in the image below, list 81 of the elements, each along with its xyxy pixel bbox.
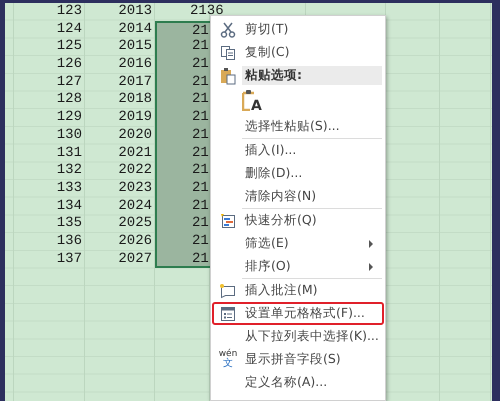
- cell-value: 21: [192, 56, 209, 74]
- selected-cell[interactable]: 21: [155, 144, 210, 162]
- selected-cell[interactable]: 21: [155, 250, 210, 268]
- cell-value: 2024: [118, 198, 152, 215]
- selected-cell[interactable]: 21: [155, 109, 210, 127]
- cell-value: 132: [56, 162, 82, 180]
- menu-item[interactable]: 定义名称(A)...: [212, 371, 384, 394]
- menu-item[interactable]: 清除内容(N): [212, 185, 384, 208]
- chart-list-icon: [220, 212, 236, 228]
- cell-value: 136: [56, 232, 82, 250]
- cell-value: 2020: [118, 126, 152, 144]
- cell-value: 2013: [118, 3, 152, 20]
- menu-item[interactable]: 设置单元格格式(F)...: [212, 302, 384, 325]
- cell-value: 21: [192, 22, 209, 40]
- cell-value: 2016: [118, 56, 152, 74]
- menu-item[interactable]: 剪切(T): [212, 18, 384, 41]
- cell-value: 2017: [118, 74, 152, 91]
- selected-cell[interactable]: 21: [155, 126, 210, 144]
- selected-cell[interactable]: 21: [155, 232, 210, 251]
- cell-value: 2021: [118, 144, 152, 162]
- selected-cell[interactable]: 21: [155, 20, 210, 38]
- menu-item[interactable]: 从下拉列表中选择(K)...: [212, 325, 384, 348]
- selected-cell[interactable]: 21: [155, 215, 210, 233]
- scissors-icon: [220, 22, 236, 38]
- cell-value: 134: [56, 198, 82, 215]
- cell-value: 2019: [118, 109, 152, 126]
- copy-icon: [220, 44, 236, 60]
- form-list-icon: [220, 306, 236, 322]
- selected-cell[interactable]: 21: [155, 180, 210, 198]
- cell-value: 131: [56, 144, 82, 162]
- cell-value: 129: [56, 109, 82, 126]
- cell-value: 21: [192, 232, 209, 250]
- submenu-arrow-icon: [369, 240, 373, 248]
- menu-item[interactable]: 插入(I)...: [212, 139, 384, 162]
- cell-value: 21: [192, 215, 209, 232]
- cell-value: 2027: [118, 250, 152, 268]
- cell-value: 21: [192, 109, 209, 126]
- cell-value: 21: [192, 144, 209, 162]
- cell-value: 2025: [118, 215, 152, 232]
- cell-value: 21: [192, 198, 209, 215]
- cell-value: 2023: [118, 180, 152, 197]
- cell-value: 127: [56, 74, 82, 91]
- cell-value: 137: [56, 250, 82, 268]
- cell-value: 21: [192, 74, 209, 91]
- cell-value: 123: [56, 3, 82, 20]
- menu-item[interactable]: 复制(C): [212, 41, 384, 64]
- cell-value: 21: [192, 162, 209, 180]
- cell-value: 126: [56, 56, 82, 74]
- menu-item[interactable]: 快速分析(Q): [212, 209, 384, 232]
- cell-value[interactable]: 2136: [190, 3, 224, 20]
- selected-cell[interactable]: 21: [155, 56, 210, 74]
- selected-cell[interactable]: 21: [155, 198, 210, 216]
- menu-item[interactable]: 排序(O): [212, 255, 384, 278]
- cell-value: 2014: [118, 20, 152, 38]
- cell-value: 21: [192, 180, 209, 197]
- clipboard-icon: [220, 66, 236, 84]
- cell-value: 21: [192, 38, 209, 56]
- cell-value: 128: [56, 91, 82, 108]
- cell-value: 125: [56, 38, 82, 56]
- cell-value: 2022: [118, 162, 152, 180]
- cell-value: 21: [192, 91, 209, 108]
- note-icon: [219, 282, 237, 298]
- cell-value: 21: [192, 126, 209, 144]
- cell-value: 135: [56, 215, 82, 232]
- menu-item[interactable]: 筛选(E): [212, 232, 384, 255]
- cell-value: 133: [56, 180, 82, 197]
- cell-value: 21: [192, 250, 209, 268]
- menu-item[interactable]: 插入批注(M): [212, 279, 384, 302]
- selected-cell[interactable]: 21: [155, 162, 210, 180]
- pinyin-icon: wén 文: [218, 350, 238, 369]
- selected-cell[interactable]: 21: [155, 91, 210, 110]
- submenu-arrow-icon: [369, 262, 373, 270]
- selected-cell[interactable]: 21: [155, 74, 210, 92]
- menu-item[interactable]: 选择性粘贴(S)...: [212, 115, 384, 138]
- cell-value: 2026: [118, 232, 152, 250]
- cell-value: 2015: [118, 38, 152, 56]
- cell-value: 124: [56, 20, 82, 38]
- selected-cell[interactable]: 21: [155, 38, 210, 56]
- cell-value: 2018: [118, 91, 152, 108]
- menu-item[interactable]: 删除(D)...: [212, 162, 384, 185]
- cell-value: 130: [56, 126, 82, 144]
